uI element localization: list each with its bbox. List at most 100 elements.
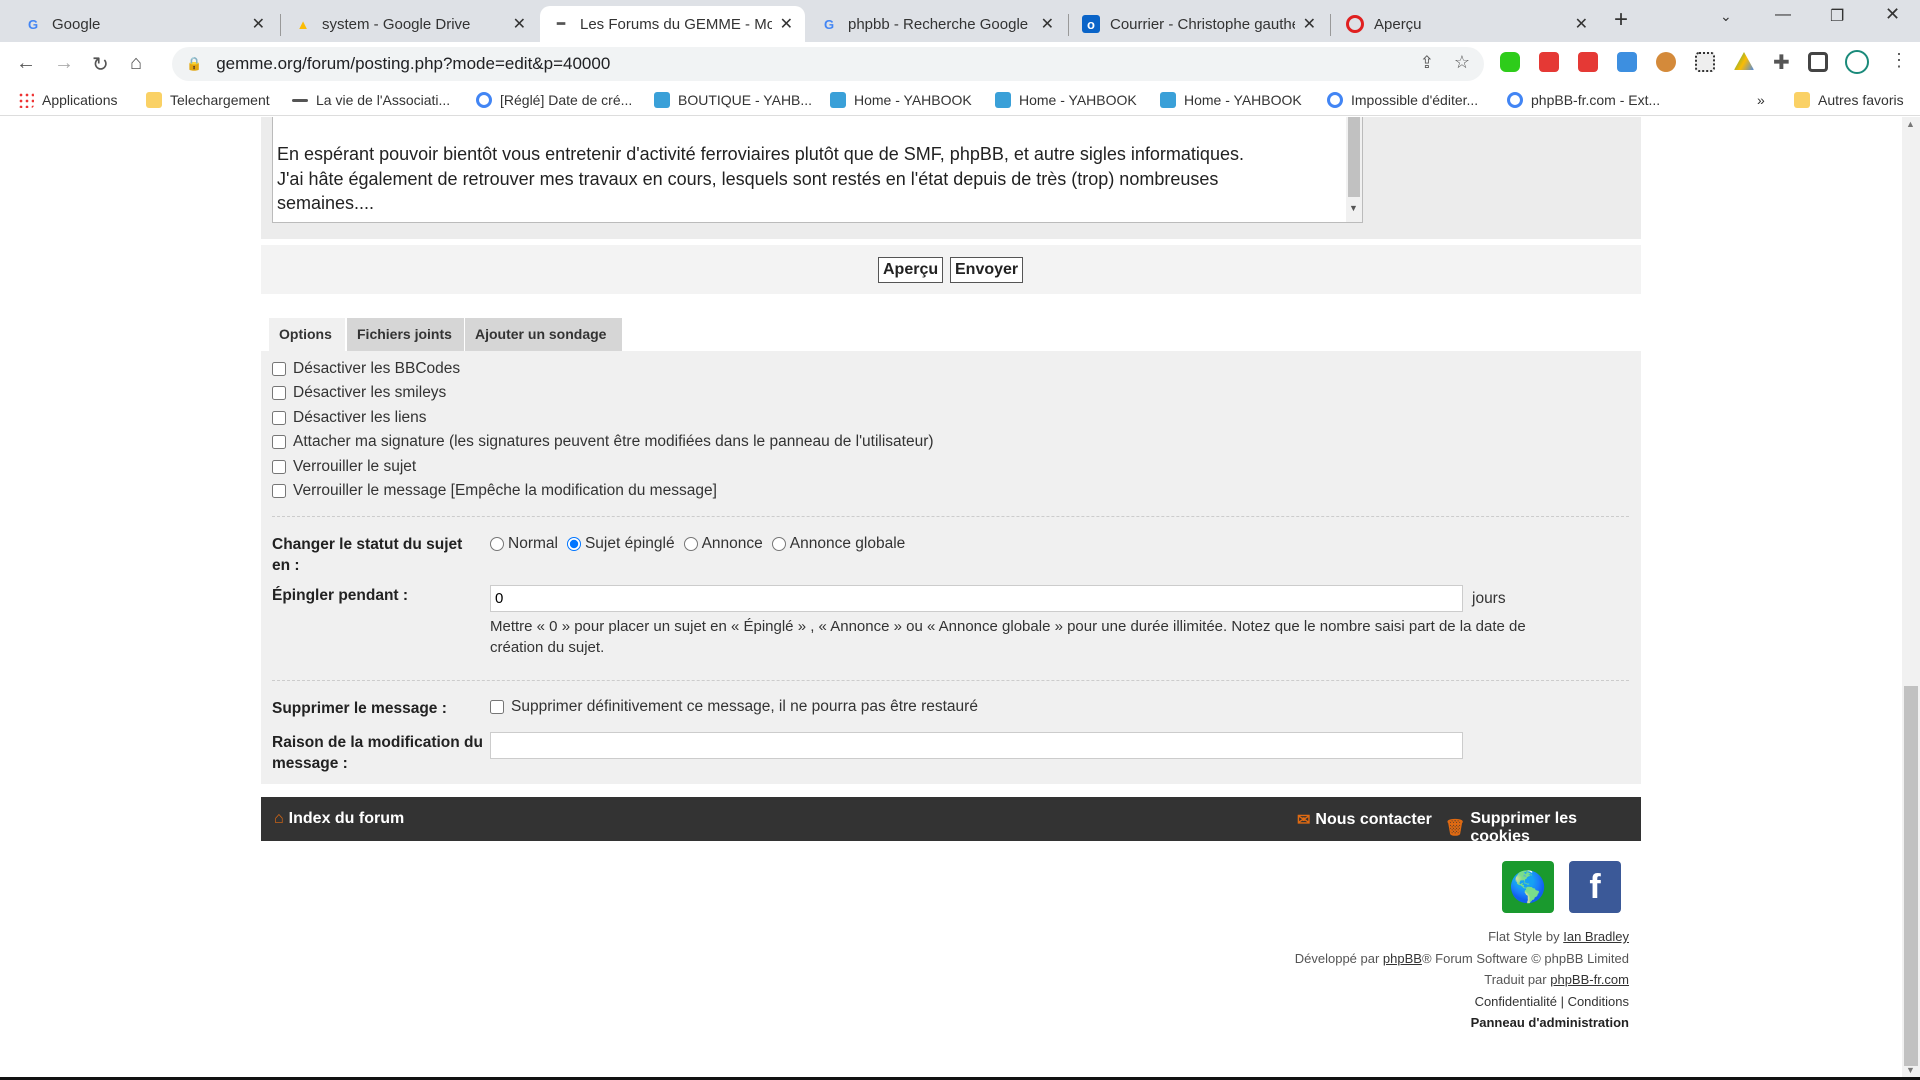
bookmark-folder[interactable]: Telechargement bbox=[146, 92, 270, 108]
message-line: semaines.... bbox=[277, 193, 375, 213]
textarea-scrollbar[interactable]: ▼ bbox=[1346, 117, 1362, 222]
tab-outlook[interactable]: o Courrier - Christophe gauthey ✕ bbox=[1070, 6, 1328, 42]
close-tab-icon[interactable]: ✕ bbox=[513, 14, 526, 34]
bookmark-applications[interactable]: Applications bbox=[18, 92, 118, 108]
extension-qr-icon[interactable] bbox=[1695, 52, 1715, 72]
privacy-link[interactable]: Confidentialité bbox=[1475, 994, 1557, 1009]
checkbox[interactable] bbox=[272, 484, 286, 498]
close-tab-icon[interactable]: ✕ bbox=[1303, 14, 1316, 34]
page-scrollbar[interactable]: ▲ ▼ bbox=[1902, 117, 1920, 1077]
yahbook-icon bbox=[654, 92, 670, 108]
bookmark-link[interactable]: Impossible d'éditer... bbox=[1327, 92, 1478, 108]
style-author-link[interactable]: Ian Bradley bbox=[1563, 929, 1629, 944]
scrollbar-thumb[interactable] bbox=[1904, 686, 1918, 1066]
lock-post-checkbox[interactable]: Verrouiller le message [Empêche la modif… bbox=[272, 482, 717, 500]
back-icon[interactable]: ← bbox=[16, 52, 36, 75]
admin-panel-link[interactable]: Panneau d'administration bbox=[1471, 1015, 1629, 1030]
minimize-icon[interactable]: — bbox=[1775, 6, 1791, 24]
menu-kebab-icon[interactable]: ⋮ bbox=[1890, 50, 1908, 71]
extension-download-icon[interactable] bbox=[1617, 52, 1637, 72]
facebook-button[interactable]: f bbox=[1569, 861, 1621, 913]
tab-search-chevron-icon[interactable]: ⌄ bbox=[1720, 8, 1732, 25]
website-globe-button[interactable]: 🌎 bbox=[1502, 861, 1554, 913]
bookmark-star-icon[interactable]: ☆ bbox=[1454, 52, 1470, 73]
tab-gemme-forum[interactable]: ━ Les Forums du GEMME - Modifier ✕ bbox=[540, 6, 805, 42]
extension-thumb-icon[interactable] bbox=[1500, 52, 1520, 72]
edit-reason-input[interactable] bbox=[490, 732, 1463, 759]
extensions-puzzle-icon[interactable]: ✚ bbox=[1773, 50, 1790, 75]
scrollbar-thumb[interactable] bbox=[1348, 117, 1360, 197]
address-bar[interactable]: 🔒 gemme.org/forum/posting.php?mode=edit&… bbox=[172, 47, 1484, 81]
bookmarks-overflow-button[interactable]: » bbox=[1757, 92, 1765, 108]
bookmark-link[interactable]: La vie de l'Associati... bbox=[292, 92, 450, 108]
checkbox[interactable] bbox=[490, 700, 504, 714]
checkbox[interactable] bbox=[272, 460, 286, 474]
scroll-up-icon[interactable]: ▲ bbox=[1906, 119, 1915, 129]
tab-google-drive[interactable]: ▲ system - Google Drive ✕ bbox=[282, 6, 538, 42]
disable-links-checkbox[interactable]: Désactiver les liens bbox=[272, 409, 427, 427]
disable-bbcode-checkbox[interactable]: Désactiver les BBCodes bbox=[272, 360, 460, 378]
other-bookmarks[interactable]: Autres favoris bbox=[1794, 92, 1904, 108]
radio[interactable] bbox=[683, 537, 698, 551]
close-tab-icon[interactable]: ✕ bbox=[1575, 14, 1588, 34]
radio-label: Normal bbox=[508, 535, 558, 552]
tab-options[interactable]: Options bbox=[269, 318, 345, 351]
checkbox[interactable] bbox=[272, 362, 286, 376]
message-textarea[interactable]: En espérant pouvoir bientôt vous entrete… bbox=[272, 117, 1363, 223]
radio-announce[interactable]: Annonce bbox=[683, 535, 763, 553]
extension-red-icon[interactable] bbox=[1539, 52, 1559, 72]
scroll-down-icon[interactable]: ▼ bbox=[1906, 1065, 1915, 1075]
label-line: Changer le statut du sujet bbox=[272, 536, 463, 553]
bookmark-link[interactable]: Home - YAHBOOK bbox=[1160, 92, 1302, 108]
tab-add-poll[interactable]: Ajouter un sondage bbox=[465, 318, 622, 351]
tab-attachments[interactable]: Fichiers joints bbox=[347, 318, 464, 351]
checkbox[interactable] bbox=[272, 411, 286, 425]
bookmark-link[interactable]: Home - YAHBOOK bbox=[995, 92, 1137, 108]
contact-link[interactable]: ✉ Nous contacter bbox=[1297, 810, 1432, 830]
forward-icon[interactable]: → bbox=[54, 52, 74, 75]
radio-normal[interactable]: Normal bbox=[490, 535, 558, 553]
radio-global-announce[interactable]: Annonce globale bbox=[771, 535, 905, 553]
radio[interactable] bbox=[566, 537, 581, 551]
terms-link[interactable]: Conditions bbox=[1568, 994, 1629, 1009]
side-panel-icon[interactable] bbox=[1808, 52, 1828, 72]
lock-topic-checkbox[interactable]: Verrouiller le sujet bbox=[272, 458, 416, 476]
radio-sticky[interactable]: Sujet épinglé bbox=[566, 535, 675, 553]
share-icon[interactable]: ⇪ bbox=[1420, 53, 1434, 73]
checkbox[interactable] bbox=[272, 386, 286, 400]
bookmark-link[interactable]: phpBB-fr.com - Ext... bbox=[1507, 92, 1660, 108]
radio[interactable] bbox=[771, 537, 786, 551]
bookmark-link[interactable]: BOUTIQUE - YAHB... bbox=[654, 92, 812, 108]
phpbb-link[interactable]: phpBB bbox=[1383, 951, 1422, 966]
extension-shield-icon[interactable] bbox=[1578, 52, 1598, 72]
tab-google[interactable]: G Google ✕ bbox=[12, 6, 277, 42]
forum-index-link[interactable]: ⌂ Index du forum bbox=[274, 810, 404, 828]
disable-smilies-checkbox[interactable]: Désactiver les smileys bbox=[272, 384, 446, 402]
pin-duration-input[interactable] bbox=[490, 585, 1463, 612]
submit-button[interactable]: Envoyer bbox=[950, 257, 1024, 283]
home-icon[interactable]: ⌂ bbox=[130, 52, 142, 75]
reload-icon[interactable]: ↻ bbox=[92, 52, 109, 77]
bookmark-label: BOUTIQUE - YAHB... bbox=[678, 92, 813, 108]
close-tab-icon[interactable]: ✕ bbox=[252, 14, 265, 34]
attach-signature-checkbox[interactable]: Attacher ma signature (les signatures pe… bbox=[272, 433, 934, 451]
radio[interactable] bbox=[490, 537, 504, 551]
checkbox[interactable] bbox=[272, 435, 286, 449]
gemme-favicon: ━ bbox=[557, 16, 565, 31]
delete-cookies-link[interactable]: 🗑 Supprimer les cookies bbox=[1445, 810, 1641, 846]
close-tab-icon[interactable]: ✕ bbox=[780, 14, 793, 34]
tab-apercu[interactable]: Aperçu ✕ bbox=[1334, 6, 1600, 42]
close-tab-icon[interactable]: ✕ bbox=[1041, 14, 1054, 34]
preview-button[interactable]: Aperçu bbox=[878, 257, 944, 283]
scroll-down-icon[interactable]: ▼ bbox=[1349, 196, 1358, 221]
maximize-icon[interactable]: ❐ bbox=[1830, 6, 1844, 26]
extension-cookie-icon[interactable] bbox=[1656, 52, 1676, 72]
phpbb-fr-link[interactable]: phpBB-fr.com bbox=[1550, 972, 1629, 987]
new-tab-button[interactable]: + bbox=[1614, 6, 1628, 34]
profile-avatar[interactable] bbox=[1845, 50, 1869, 74]
bookmark-link[interactable]: Home - YAHBOOK bbox=[830, 92, 972, 108]
delete-post-checkbox[interactable]: Supprimer définitivement ce message, il … bbox=[490, 698, 978, 716]
bookmark-link[interactable]: [Réglé] Date de cré... bbox=[476, 92, 632, 108]
close-window-icon[interactable]: ✕ bbox=[1885, 4, 1900, 25]
tab-phpbb-search[interactable]: Gphpbb - Recherche Google ✕ bbox=[808, 6, 1066, 42]
